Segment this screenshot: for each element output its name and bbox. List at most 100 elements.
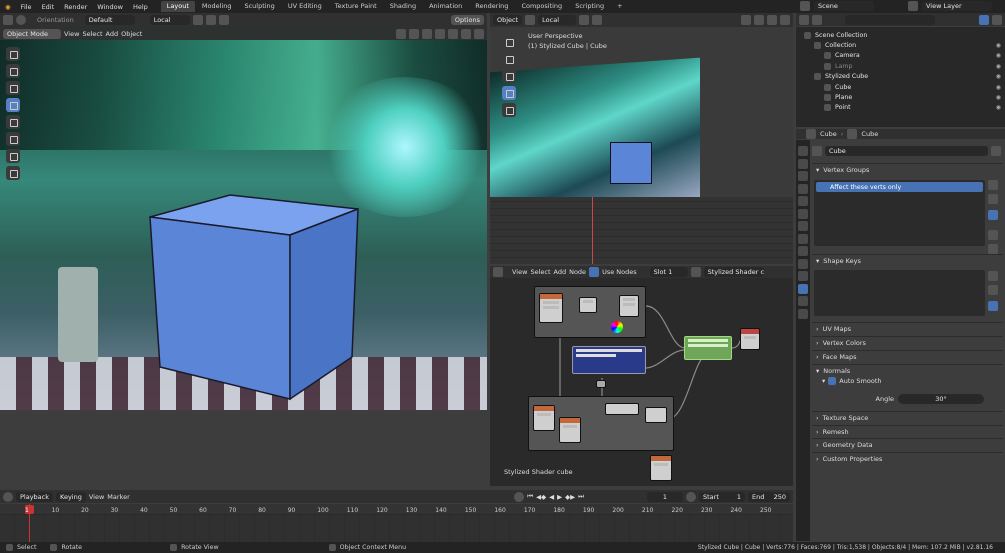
remove-vertex-group-button[interactable] [988, 194, 998, 204]
scene-selector[interactable]: Scene [814, 1, 874, 11]
outliner-item[interactable]: Plane ◉ [796, 92, 1005, 102]
cursor-tool[interactable] [502, 52, 516, 66]
editor-type-icon[interactable] [493, 267, 503, 277]
transform-space-dropdown[interactable]: Local [149, 15, 190, 25]
properties-tab-particles-icon[interactable] [798, 246, 808, 256]
properties-tab-texture-icon[interactable] [798, 308, 808, 319]
snap-icon[interactable] [192, 15, 203, 25]
use-nodes-checkbox[interactable] [589, 267, 600, 277]
node-mix[interactable] [579, 297, 597, 313]
proportional-icon[interactable] [592, 15, 603, 25]
filter-icon[interactable] [979, 14, 989, 25]
node-math[interactable] [645, 407, 667, 423]
fake-user-icon[interactable] [991, 145, 1001, 156]
add-vertex-group-button[interactable] [988, 180, 998, 190]
shading-rendered-icon[interactable] [474, 28, 484, 39]
editor-type-icon[interactable] [799, 14, 809, 25]
start-frame-field[interactable]: Start 1 [699, 491, 745, 502]
properties-tab-scene-icon[interactable] [798, 196, 808, 206]
node-group-selected[interactable] [572, 346, 646, 374]
tab-sculpting[interactable]: Sculpting [238, 1, 280, 12]
rotate-tool[interactable] [502, 86, 516, 100]
remove-shape-key-button[interactable] [988, 285, 998, 295]
shading-material-icon[interactable] [461, 28, 471, 39]
camera-viewport[interactable]: User Perspective (1) Stylized Cube | Cub… [490, 27, 793, 264]
visibility-eye-icon[interactable]: ◉ [996, 52, 1001, 59]
outliner-item[interactable]: Point ◉ [796, 103, 1005, 113]
angle-field[interactable]: 30° [898, 393, 984, 404]
node-menu-view[interactable]: View [512, 268, 527, 276]
visibility-eye-icon[interactable]: ◉ [996, 94, 1001, 101]
options-button[interactable]: Options [450, 15, 484, 25]
menu-window[interactable]: Window [92, 3, 128, 11]
node-reroute[interactable] [596, 380, 606, 388]
shape-keys-panel[interactable]: ▾ Shape Keys [812, 254, 1003, 266]
editor-type-icon[interactable] [3, 491, 13, 502]
node-shader-output[interactable] [684, 336, 732, 360]
node-material-output[interactable] [740, 328, 760, 350]
outliner-item[interactable]: Stylized Cube ◉ [796, 72, 1005, 82]
move-tool[interactable] [502, 69, 516, 83]
visibility-eye-icon[interactable]: ◉ [996, 42, 1001, 49]
viewport-menu-add[interactable]: Add [106, 30, 119, 38]
move-up-button[interactable] [988, 230, 998, 240]
rotate-tool[interactable] [6, 98, 20, 112]
properties-tab-object-icon[interactable] [798, 221, 808, 231]
node-mix[interactable] [605, 403, 639, 415]
menu-help[interactable]: Help [128, 3, 153, 11]
proportional-edit-icon[interactable] [218, 15, 229, 25]
visibility-eye-icon[interactable]: ◉ [996, 84, 1001, 91]
properties-tab-output-icon[interactable] [798, 171, 808, 181]
jump-end-icon[interactable]: ⏭ [578, 492, 584, 501]
visibility-eye-icon[interactable]: ◉ [996, 63, 1001, 70]
properties-tab-modifiers-icon[interactable] [798, 233, 808, 244]
texture-space-panel[interactable]: › Texture Space [812, 411, 1003, 423]
mesh-name-field[interactable]: Cube [825, 145, 988, 156]
remesh-panel[interactable]: › Remesh [812, 425, 1003, 437]
outliner-item[interactable]: Lamp ◉ [796, 61, 1005, 71]
overlay-icon[interactable] [422, 28, 432, 39]
scale-tool[interactable] [502, 103, 516, 117]
add-workspace-button[interactable]: + [611, 1, 628, 12]
outliner-item[interactable]: Camera ◉ [796, 51, 1005, 61]
tab-uv-editing[interactable]: UV Editing [282, 1, 328, 12]
tab-texture-paint[interactable]: Texture Paint [329, 1, 383, 12]
face-maps-panel[interactable]: › Face Maps [812, 350, 1003, 362]
tab-animation[interactable]: Animation [423, 1, 468, 12]
right-mode-dropdown[interactable]: Object [493, 15, 523, 25]
blender-logo-icon[interactable]: ◉ [0, 3, 16, 11]
node-texture[interactable] [533, 405, 555, 431]
tab-scripting[interactable]: Scripting [569, 1, 610, 12]
outliner-item[interactable]: Collection ◉ [796, 40, 1005, 50]
shading-solid-icon[interactable] [448, 28, 458, 39]
add-shape-key-button[interactable] [988, 271, 998, 281]
visibility-eye-icon[interactable]: ◉ [996, 104, 1001, 111]
vertex-groups-list[interactable]: Affect these verts only [814, 180, 985, 246]
properties-tab-physics-icon[interactable] [798, 258, 808, 269]
geometry-data-panel[interactable]: › Geometry Data [812, 438, 1003, 450]
editor-type-icon[interactable] [3, 15, 13, 25]
menu-file[interactable]: File [16, 3, 37, 11]
shape-keys-list[interactable] [814, 270, 985, 316]
node-math[interactable] [619, 295, 639, 317]
node-texture[interactable] [539, 293, 563, 323]
new-collection-icon[interactable] [992, 14, 1002, 25]
prev-keyframe-icon[interactable]: ◀◆ [536, 493, 546, 501]
timeline-menu-view[interactable]: View [89, 493, 104, 501]
xray-icon[interactable] [435, 28, 445, 39]
jump-start-icon[interactable]: ⏮ [527, 492, 533, 501]
auto-smooth-checkbox[interactable] [828, 377, 837, 385]
shading-material-icon[interactable] [767, 15, 777, 25]
orientation-dropdown[interactable]: Default [84, 15, 135, 25]
display-mode-icon[interactable] [812, 14, 822, 25]
node-menu-select[interactable]: Select [530, 268, 550, 276]
vertex-colors-panel[interactable]: › Vertex Colors [812, 336, 1003, 348]
properties-tab-object-data-icon[interactable] [798, 283, 808, 294]
normals-panel[interactable]: ▾ Normals [812, 364, 1003, 376]
end-frame-field[interactable]: End 250 [748, 491, 790, 502]
outliner-search-input[interactable] [845, 14, 935, 25]
transform-tool[interactable] [6, 132, 20, 146]
tab-modeling[interactable]: Modeling [196, 1, 238, 12]
select-box-tool[interactable] [6, 47, 20, 61]
outliner-item[interactable]: Scene Collection [796, 30, 1005, 40]
